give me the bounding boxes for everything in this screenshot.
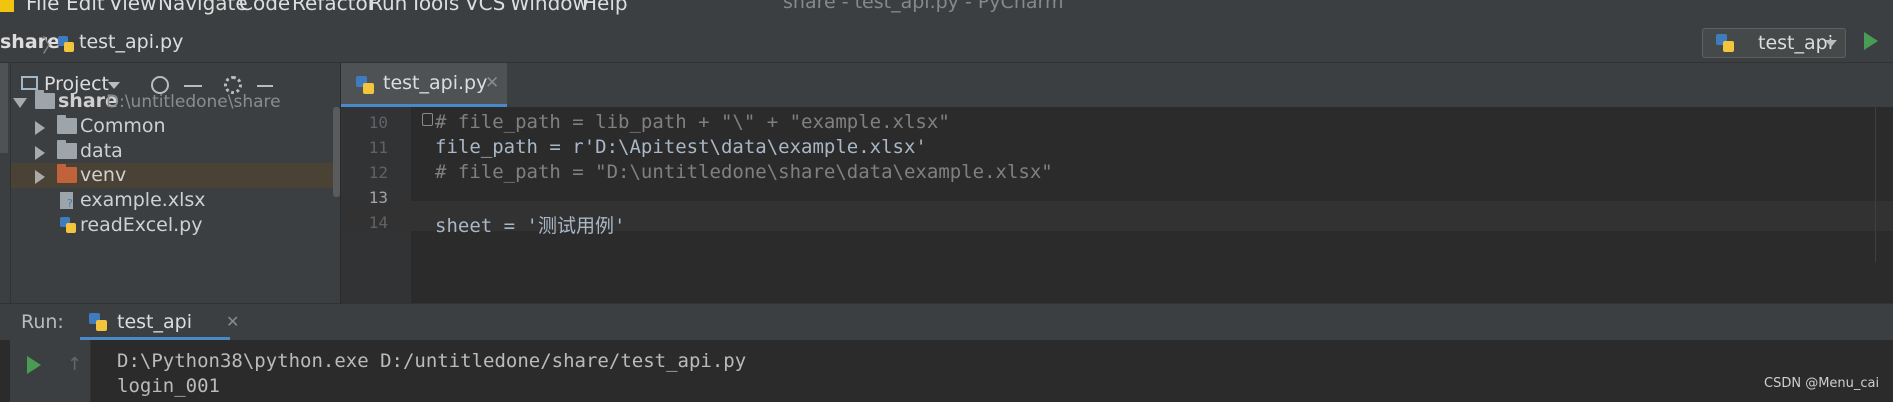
code-line-12: # file_path = "D:\untitledone\share\data… xyxy=(435,161,1053,183)
tree-item-common[interactable]: Common xyxy=(11,114,340,139)
editor-tab-bar: test_api.py ✕ xyxy=(341,63,1893,108)
menu-help[interactable]: Help xyxy=(582,0,628,15)
left-tool-stripe xyxy=(0,63,11,303)
menu-code[interactable]: Code xyxy=(239,0,290,15)
chevron-down-icon[interactable] xyxy=(13,98,27,108)
close-icon[interactable]: ✕ xyxy=(226,312,239,331)
tree-item-example-xlsx[interactable]: ? example.xlsx xyxy=(11,188,340,213)
project-scrollbar[interactable] xyxy=(333,107,340,197)
fold-marker-icon[interactable] xyxy=(422,113,433,126)
menu-run[interactable]: Run xyxy=(369,0,407,15)
python-file-icon xyxy=(356,76,374,94)
unknown-file-icon: ? xyxy=(60,192,73,210)
run-play-icon[interactable] xyxy=(1864,32,1878,50)
console-output-line: D:\Python38\python.exe D:/untitledone/sh… xyxy=(117,350,747,372)
code-line-10: # file_path = lib_path + "\" + "example.… xyxy=(435,111,950,133)
navigation-bar: share 〉 test_api.py test_api xyxy=(0,24,1893,63)
menu-navigate[interactable]: Navigate xyxy=(158,0,248,15)
run-panel-title: Run: xyxy=(21,311,64,333)
tree-item-label: Common xyxy=(80,115,166,137)
line-number: 13 xyxy=(368,188,388,207)
tree-item-venv[interactable]: venv xyxy=(11,163,340,188)
tree-item-label: data xyxy=(80,140,123,162)
folder-icon xyxy=(35,90,55,109)
code-line-11: file_path = r'D:\Apitest\data\example.xl… xyxy=(435,136,927,158)
tab-label: test_api.py xyxy=(383,72,488,94)
chevron-right-icon[interactable] xyxy=(35,170,45,184)
tree-item-readexcel-py[interactable]: readExcel.py xyxy=(11,213,340,238)
watermark: CSDN @Menu_cai xyxy=(1764,376,1880,391)
menu-refactor[interactable]: Refactor xyxy=(292,0,376,15)
line-number: 11 xyxy=(368,138,388,157)
python-file-icon xyxy=(58,36,74,52)
run-tab-test-api[interactable]: test_api ✕ xyxy=(80,304,239,340)
chevron-down-icon[interactable] xyxy=(108,82,120,89)
chevron-right-icon[interactable] xyxy=(35,146,45,160)
structure-tool-window-tab[interactable] xyxy=(0,213,8,303)
run-panel: Run: test_api ✕ ↑ D:\Python38\python.exe… xyxy=(0,303,1893,402)
svg-text:?: ? xyxy=(67,197,73,210)
menu-edit[interactable]: Edit xyxy=(66,0,105,15)
chevron-right-icon[interactable] xyxy=(35,121,45,135)
menu-bar: File Edit View Navigate Code Refactor Ru… xyxy=(0,0,1893,24)
pycharm-logo-icon xyxy=(0,0,14,12)
menu-window[interactable]: Window xyxy=(510,0,589,15)
python-icon xyxy=(89,313,107,331)
project-panel: Project share D:\untitledone\share Commo… xyxy=(11,63,340,303)
tree-item-label: venv xyxy=(80,164,127,186)
window-title: share - test_api.py - PyCharm xyxy=(783,0,1064,13)
line-number: 14 xyxy=(368,213,388,232)
right-margin-guide xyxy=(1875,107,1876,262)
python-icon xyxy=(1716,34,1734,52)
breadcrumb-file[interactable]: test_api.py xyxy=(79,31,183,53)
run-configuration-label: test_api xyxy=(1758,32,1833,54)
folder-icon xyxy=(57,140,77,159)
tree-item-label: readExcel.py xyxy=(80,214,203,236)
tree-root-share[interactable]: share D:\untitledone\share xyxy=(11,89,340,114)
minimize-icon[interactable] xyxy=(257,85,273,87)
close-icon[interactable]: ✕ xyxy=(485,73,499,93)
tree-root-path: D:\untitledone\share xyxy=(106,92,281,112)
python-file-icon xyxy=(60,217,76,233)
rerun-play-icon[interactable] xyxy=(27,356,41,374)
tab-test-api-py[interactable]: test_api.py ✕ xyxy=(341,63,507,107)
code-line-14: sheet = '测试用例' xyxy=(435,215,626,237)
arrow-up-icon[interactable]: ↑ xyxy=(67,354,82,375)
menu-view[interactable]: View xyxy=(109,0,156,15)
line-number: 10 xyxy=(368,113,388,132)
run-panel-header: Run: test_api ✕ xyxy=(0,304,1893,340)
chevron-down-icon xyxy=(1825,40,1837,47)
menu-vcs[interactable]: VCS xyxy=(465,0,505,15)
console-output-line: login_001 xyxy=(117,375,220,397)
run-tab-label: test_api xyxy=(117,311,192,333)
tree-item-data[interactable]: data xyxy=(11,139,340,164)
run-toolbar: ↑ xyxy=(10,340,91,402)
tree-item-label: example.xlsx xyxy=(80,189,206,211)
project-tool-window-tab[interactable] xyxy=(0,63,8,153)
menu-tools[interactable]: Tools xyxy=(410,0,459,15)
line-number: 12 xyxy=(368,163,388,182)
menu-file[interactable]: File xyxy=(26,0,59,15)
project-view-icon xyxy=(21,76,38,90)
excluded-folder-icon xyxy=(57,164,77,183)
collapse-all-icon[interactable] xyxy=(184,85,202,87)
folder-icon xyxy=(57,115,77,134)
run-configuration-selector[interactable]: test_api xyxy=(1702,28,1846,58)
